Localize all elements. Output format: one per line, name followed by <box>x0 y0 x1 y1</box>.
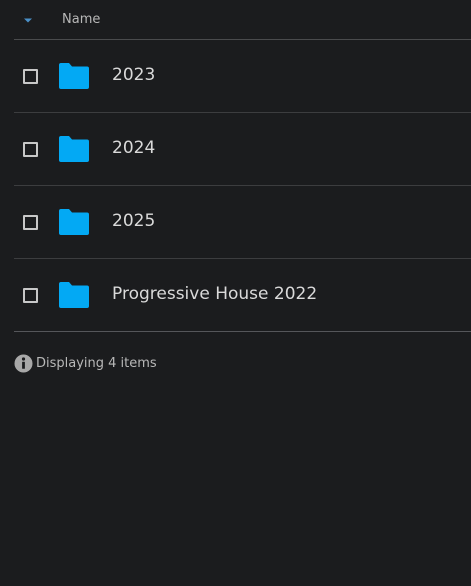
folder-icon <box>57 62 91 90</box>
list-header: Name <box>14 0 471 40</box>
item-name[interactable]: 2023 <box>112 65 155 85</box>
info-icon <box>14 354 33 373</box>
caret-down-icon <box>24 18 32 23</box>
sort-toggle-button[interactable] <box>20 12 36 28</box>
list-item[interactable]: Progressive House 2022 <box>14 259 471 332</box>
list-item[interactable]: 2024 <box>14 113 471 186</box>
status-text: Displaying 4 items <box>36 356 157 371</box>
folder-icon <box>57 281 91 309</box>
file-list: Name 2023 2024 2025 Progressive House 20… <box>14 0 471 332</box>
item-name[interactable]: 2025 <box>112 211 155 231</box>
list-item[interactable]: 2023 <box>14 40 471 113</box>
row-checkbox[interactable] <box>23 288 38 303</box>
folder-icon <box>57 208 91 236</box>
column-header-name[interactable]: Name <box>62 12 100 27</box>
folder-icon <box>57 135 91 163</box>
row-checkbox[interactable] <box>23 69 38 84</box>
item-name[interactable]: 2024 <box>112 138 155 158</box>
row-checkbox[interactable] <box>23 215 38 230</box>
row-checkbox[interactable] <box>23 142 38 157</box>
status-bar: Displaying 4 items <box>14 354 157 373</box>
item-name[interactable]: Progressive House 2022 <box>112 284 317 304</box>
list-item[interactable]: 2025 <box>14 186 471 259</box>
